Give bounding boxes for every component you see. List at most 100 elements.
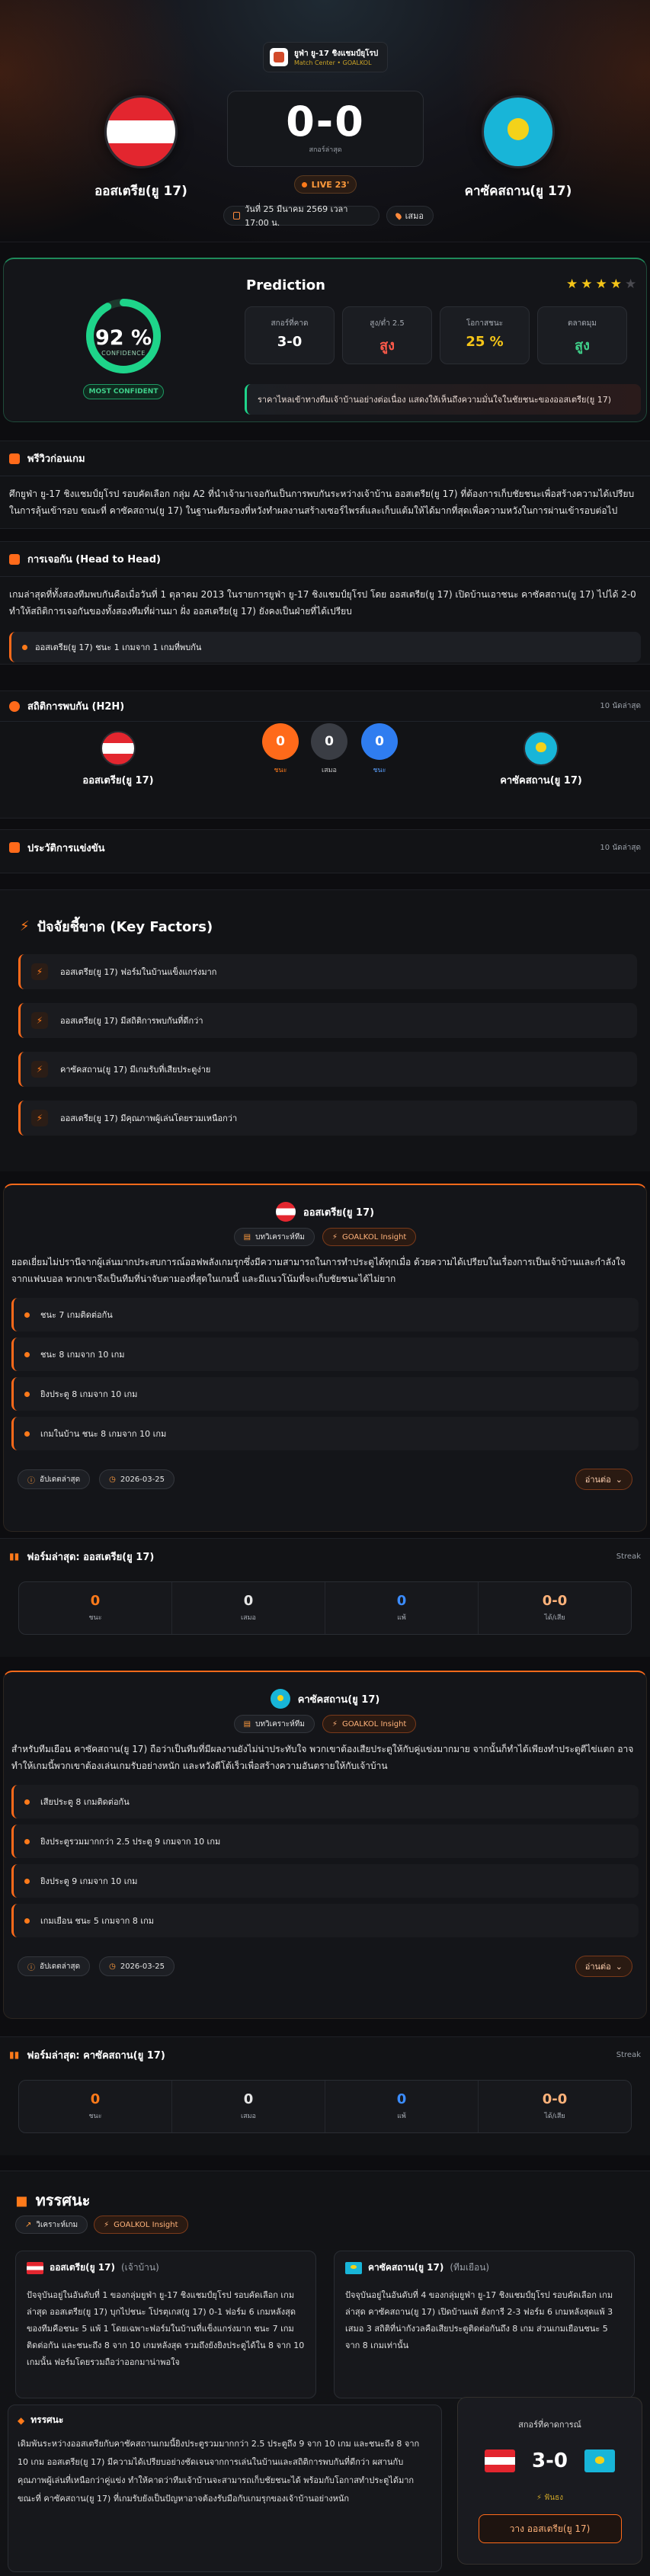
form-stat: 0 แพ้ [325,1582,479,1634]
verdict-box: ◆ ทรรศนะ เดิมพันระหว่างออสเตรียกับคาซัคสถ… [8,2405,442,2572]
read-more-button[interactable]: อ่านต่อ ⌄ [575,1956,632,1977]
away-stat-line: เกมเยือน ชนะ 5 เกมจาก 8 เกม [11,1904,639,1937]
analysis-home-team: ออสเตรีย(ยู 17) [50,2262,115,2273]
verdict-header: ◆ ทรรศนะ [18,2413,432,2427]
away-card-badges: ▤ บทวิเคราะห์ทีม ⚡ GOALKOL Insight [4,1715,646,1733]
league-name: ยูฟ่า ยู-17 ชิงแชมป์ยุโรป [294,50,379,58]
lightning-icon: ⚡ [31,1110,48,1126]
analysis-section: ◼ ทรรศนะ ↗ วิเคราะห์เกม ⚡ GOALKOL Insight อ… [0,2171,650,2576]
h2h-text-header: การเจอกัน (Head to Head) [0,542,650,577]
place-bet-button[interactable]: วาง ออสเตรีย(ยู 17) [478,2514,622,2543]
form-stat-label: ชนะ [88,1614,102,1622]
h2h-losses-label: ชนะ [373,767,386,774]
chip-label: 2026-03-25 [120,1962,165,1971]
h2h-highlight-text: ออสเตรีย(ยู 17) ชนะ 1 เกมจาก 1 เกมที่พบก… [35,642,202,652]
match-venue: เสมอ [386,206,434,226]
prediction-cards: สกอร์ที่คาด 3-0 สูง/ต่ำ 2.5 สูง โอกาสชนะ 25 %… [245,306,627,364]
home-team[interactable]: ออสเตรีย(ยู 17) [65,95,217,201]
h2h-away[interactable]: คาซัคสถาน(ยู 17) [465,731,617,788]
home-form-streak: Streak [616,1552,641,1561]
lightning-icon: ⚡ [31,963,48,980]
document-icon: ▤ [243,1232,251,1242]
prediction-card-title: สกอร์ที่คาด [271,319,309,328]
away-form-header: ▮▮ ฟอร์มล่าสุด: คาซัคสถาน(ยู 17) Streak [0,2037,650,2072]
analysis-home-role: (เจ้าบ้าน) [121,2262,159,2273]
match-venue-text: เสมอ [405,211,424,221]
analysis-away-team: คาซัคสถาน(ยู 17) [368,2262,444,2273]
prediction-card: สูง/ต่ำ 2.5 สูง [342,306,432,364]
form-stat-label: เสมอ [241,1614,256,1622]
away-flag-icon [345,2261,362,2274]
analysis-badge: ↗ วิเคราะห์เกม [15,2216,88,2234]
h2h-home-flag-icon [101,731,136,766]
home-flag-icon [485,2449,515,2472]
away-team[interactable]: คาซัคสถาน(ยู 17) [442,95,594,201]
h2h-draws: 0 [311,723,347,760]
date-chip: ◷ 2026-03-25 [99,1469,175,1489]
bullet-icon [24,1918,30,1924]
bullet-icon [22,644,27,650]
home-team-card: ออสเตรีย(ยู 17) ▤ บทวิเคราะห์ทีม ⚡ GOALKOL… [3,1184,647,1532]
badge-label: บทวิเคราะห์ทีม [255,1232,305,1242]
league-pill[interactable]: ยูฟ่า ยู-17 ชิงแชมป์ยุโรป Match Center •… [263,42,388,72]
form-stat-label: ชนะ [88,2113,102,2120]
analysis-badges: ↗ วิเคราะห์เกม ⚡ GOALKOL Insight [15,2216,188,2234]
chip-label: 2026-03-25 [120,1475,165,1484]
chip-label: อัปเดตล่าสุด [40,1962,81,1971]
match-page: ยูฟ่า ยู-17 ชิงแชมป์ยุโรป Match Center •… [0,0,650,2576]
preview-text: ศึกยูฟ่า ยู-17 ชิงแชมป์ยุโรป รอบคัดเลือก… [9,489,635,516]
updated-chip: ⓘ อัปเดตล่าสุด [18,1956,91,1976]
form-stat-value: 0 [90,2091,101,2107]
away-stat-line: เสียประตู 8 เกมติดต่อกัน [11,1785,639,1818]
live-score: 0-0 [286,98,365,146]
predicted-score-box: สกอร์ที่คาดการณ์ 3-0 ⚡ ฟันธง วาง ออสเตรี… [457,2397,642,2565]
clock-icon: ◷ [109,1475,116,1484]
bar-chart-icon: ▮▮ [9,2049,20,2060]
scoreboard: 0-0 สกอร์ล่าสุด [227,91,424,167]
updated-chip: ⓘ อัปเดตล่าสุด [18,1469,91,1489]
away-team-name: คาซัคสถาน(ยู 17) [464,184,572,199]
h2h-text: เกมล่าสุดที่ทั้งสองทีมพบกันคือเมื่อวันที… [9,589,636,617]
home-stat-line: ยิงประตู 8 เกมจาก 10 เกม [11,1377,639,1411]
chip-label: อัปเดตล่าสุด [40,1475,81,1484]
home-stat-line: ชนะ 8 เกมจาก 10 เกม [11,1338,639,1371]
calendar-icon [233,212,241,219]
star-icon: ★ [625,277,637,292]
badge-label: GOALKOL Insight [341,1232,407,1242]
league-logo-icon [270,48,288,66]
tip-hint: ⚡ ฟันธง [458,2492,642,2504]
factor-text: ออสเตรีย(ยู 17) มีสถิติการพบกันที่ดีกว่า [60,1016,203,1026]
bar-chart-icon: ▮▮ [9,1551,20,1562]
read-more-button[interactable]: อ่านต่อ ⌄ [575,1469,632,1490]
history-header[interactable]: ประวัติการแข่งขัน 10 นัดล่าสุด [0,830,650,865]
away-flag-icon [584,2449,615,2472]
form-stat-value: 0-0 [542,1593,568,1609]
away-flag-icon [270,1689,290,1709]
live-status: LIVE 23' [311,179,350,190]
away-stat-line: ยิงประตู 9 เกมจาก 10 เกม [11,1864,639,1898]
match-hero: ยูฟ่า ยู-17 ชิงแชมป์ยุโรป Match Center •… [0,0,650,242]
user-group-icon: ◼ [15,2191,28,2209]
analysis-home-text: ปัจจุบันอยู่ในอันดับที่ 1 ของกลุ่มยูฟ่า … [27,2290,305,2367]
bullet-icon [24,1838,30,1844]
prediction-advice: ราคาไหลเข้าทางทีมเจ้าบ้านอย่างต่อเนื่อง … [245,384,641,415]
form-stat-value: 0 [396,1593,407,1609]
h2h-home-name: ออสเตรีย(ยู 17) [82,775,154,787]
home-flag-icon [104,95,178,168]
h2h-text-title: การเจอกัน (Head to Head) [27,554,161,566]
info-icon: ⓘ [27,1963,35,1972]
away-form-stats: 0 ชนะ 0 เสมอ 0 แพ้ 0-0 ได้/เสีย [18,2080,632,2133]
home-flag-icon [27,2261,43,2274]
stat-text: ชนะ 8 เกมจาก 10 เกม [40,1350,125,1360]
stat-text: ยิงประตู 8 เกมจาก 10 เกม [40,1389,138,1399]
form-stat: 0 ชนะ [19,2081,172,2132]
key-factors-header: ⚡ ปัจจัยชี้ขาด (Key Factors) [20,915,213,937]
analysis-away-role: (ทีมเยือน) [450,2262,490,2273]
analysis-home-head: ออสเตรีย(ยู 17) (เจ้าบ้าน) [16,2251,315,2284]
h2h-home[interactable]: ออสเตรีย(ยู 17) [42,731,194,788]
form-stat-value: 0 [243,1593,254,1609]
live-dot-icon [301,181,307,187]
h2h-icon [9,700,20,712]
home-card-footer: ⓘ อัปเดตล่าสุด ◷ 2026-03-25 อ่านต่อ ⌄ [4,1469,646,1490]
prediction-title: Prediction [246,277,325,293]
